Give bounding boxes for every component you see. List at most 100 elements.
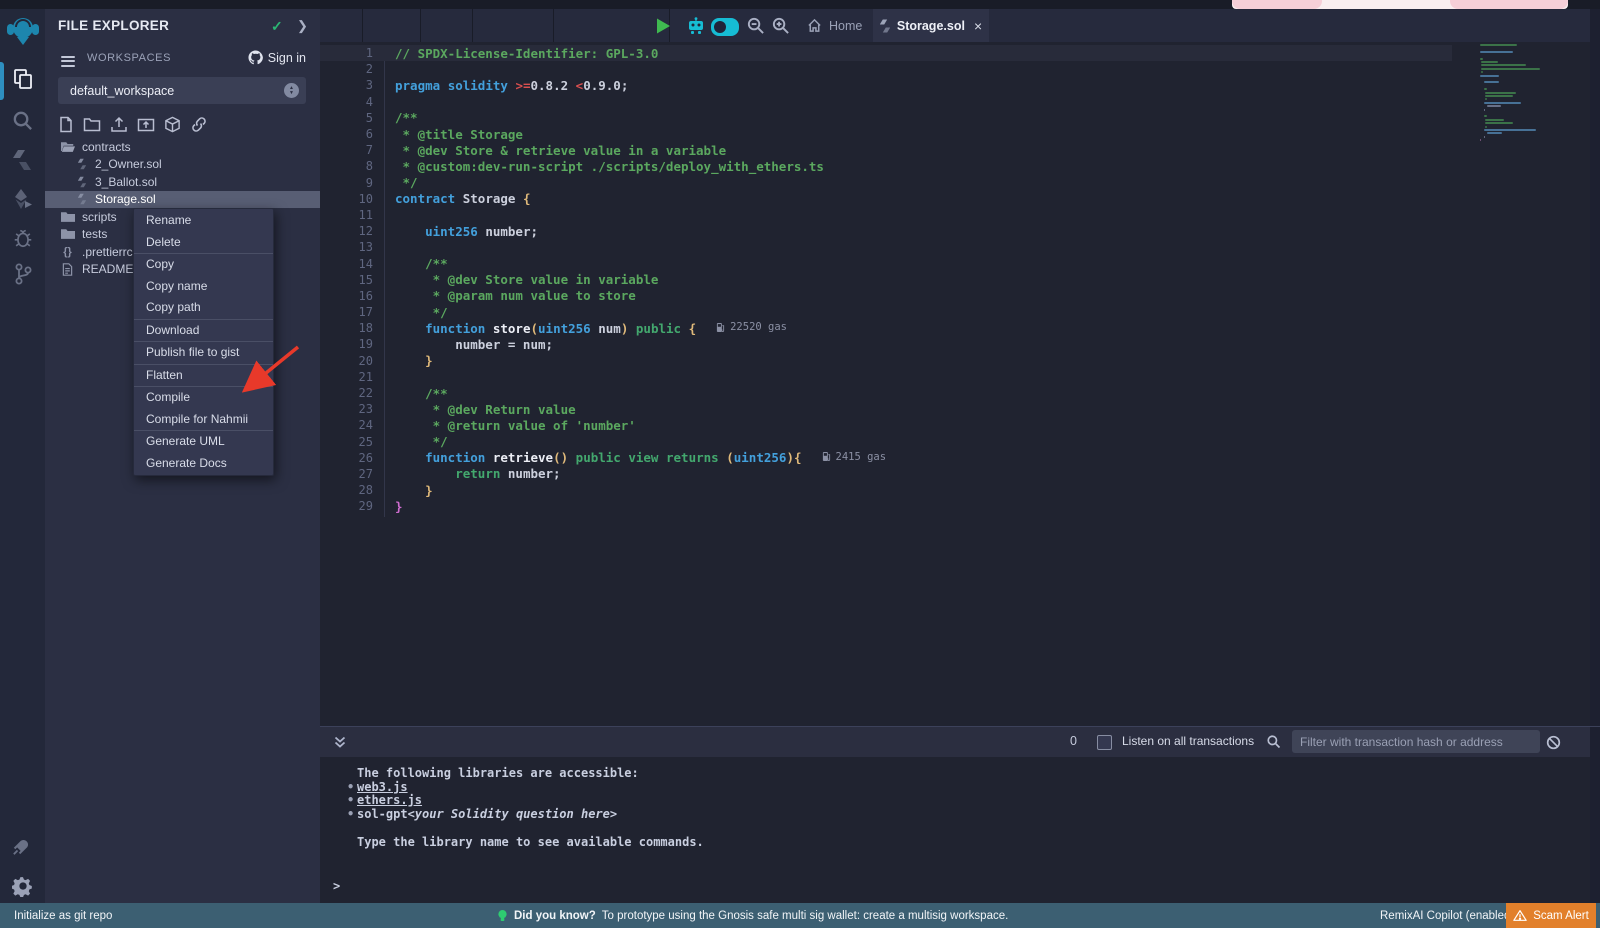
gas-estimate-badge: 2415 gas — [822, 451, 887, 463]
library-ethers-js[interactable]: ethers.js — [357, 793, 422, 807]
code-line-10[interactable]: 10contract Storage { — [320, 191, 1452, 207]
code-line-8[interactable]: 8 * @custom:dev-run-script ./scripts/dep… — [320, 158, 1452, 174]
right-edge-strip — [1590, 9, 1600, 903]
zoom-in-icon[interactable] — [771, 16, 790, 35]
solidity-compiler-icon[interactable] — [0, 148, 45, 172]
search-icon[interactable] — [0, 109, 45, 132]
menu-item-rename[interactable]: Rename — [134, 210, 273, 232]
editor-toolbar: Home Storage.sol × — [320, 9, 1600, 42]
terminal-prompt[interactable]: > — [333, 879, 340, 893]
menu-item-delete[interactable]: Delete — [134, 232, 273, 254]
copilot-status[interactable]: RemixAI Copilot (enabled) — [1380, 910, 1514, 922]
code-line-6[interactable]: 6 * @title Storage — [320, 126, 1452, 142]
code-line-9[interactable]: 9 */ — [320, 175, 1452, 191]
init-git-repo-button[interactable]: Initialize as git repo — [14, 910, 112, 922]
upload-file-icon[interactable] — [110, 116, 128, 133]
hamburger-menu-icon[interactable] — [61, 53, 75, 69]
menu-item-generate-uml[interactable]: Generate UML — [134, 431, 273, 453]
upload-folder-icon[interactable] — [137, 116, 155, 133]
menu-item-copy[interactable]: Copy — [134, 254, 273, 276]
artifact-blob — [1450, 0, 1568, 9]
code-line-7[interactable]: 7 * @dev Store & retrieve value in a var… — [320, 142, 1452, 158]
cube-icon[interactable] — [164, 116, 181, 133]
code-line-17[interactable]: 17 */ — [320, 304, 1452, 320]
line-number: 12 — [320, 224, 373, 238]
code-line-28[interactable]: 28 } — [320, 482, 1452, 498]
code-line-5[interactable]: 5/** — [320, 110, 1452, 126]
create-folder-icon[interactable] — [83, 116, 101, 133]
menu-item-compile-for-nahmii[interactable]: Compile for Nahmii — [134, 409, 273, 431]
code-lines: 1// SPDX-License-Identifier: GPL-3.023pr… — [320, 45, 1452, 514]
listen-transactions-checkbox[interactable] — [1097, 735, 1112, 750]
code-editor[interactable]: 1// SPDX-License-Identifier: GPL-3.023pr… — [320, 42, 1600, 726]
remix-logo-icon[interactable] — [0, 14, 45, 48]
menu-item-copy-path[interactable]: Copy path — [134, 297, 273, 319]
code-line-12[interactable]: 12 uint256 number; — [320, 223, 1452, 239]
solidity-icon — [74, 193, 89, 205]
tab-storage-sol[interactable]: Storage.sol × — [873, 9, 989, 42]
code-line-25[interactable]: 25 */ — [320, 434, 1452, 450]
settings-gear-icon[interactable] — [0, 875, 45, 897]
tab-close-icon[interactable]: × — [974, 18, 982, 34]
code-line-26[interactable]: 26 function retrieve() public view retur… — [320, 450, 1452, 466]
collapse-terminal-icon[interactable] — [333, 735, 347, 749]
folder-icon — [60, 211, 75, 223]
deploy-run-icon[interactable] — [0, 187, 45, 211]
code-line-13[interactable]: 13 — [320, 239, 1452, 255]
workspace-select[interactable]: default_workspace ▲▼ — [58, 77, 306, 104]
code-line-14[interactable]: 14 /** — [320, 255, 1452, 271]
code-line-29[interactable]: 29} — [320, 498, 1452, 514]
menu-item-generate-docs[interactable]: Generate Docs — [134, 453, 273, 475]
workspace-switch-icon[interactable]: ▲▼ — [284, 83, 299, 98]
terminal-output[interactable]: The following libraries are accessible: … — [320, 757, 1590, 903]
git-icon[interactable] — [0, 262, 45, 286]
minimap-line — [1484, 88, 1487, 90]
tab-home[interactable]: Home — [807, 9, 862, 42]
code-line-21[interactable]: 21 — [320, 369, 1452, 385]
file-explorer-icon[interactable] — [0, 67, 45, 91]
tab-home-label: Home — [829, 19, 862, 33]
plugin-manager-icon[interactable] — [0, 834, 45, 856]
run-script-button[interactable] — [654, 17, 672, 35]
code-line-1[interactable]: 1// SPDX-License-Identifier: GPL-3.0 — [320, 45, 1452, 61]
remixai-robot-icon[interactable] — [686, 16, 706, 36]
code-line-27[interactable]: 27 return number; — [320, 466, 1452, 482]
line-number: 27 — [320, 467, 373, 481]
transaction-filter-input[interactable] — [1292, 730, 1540, 753]
line-content: return number; — [395, 466, 561, 481]
code-line-15[interactable]: 15 * @dev Store value in variable — [320, 272, 1452, 288]
create-file-icon[interactable] — [58, 116, 74, 133]
code-line-24[interactable]: 24 * @return value of 'number' — [320, 417, 1452, 433]
code-line-22[interactable]: 22 /** — [320, 385, 1452, 401]
link-icon[interactable] — [190, 116, 208, 133]
line-number: 5 — [320, 111, 373, 125]
tree-item-3-ballot-sol[interactable]: 3_Ballot.sol — [45, 173, 320, 191]
line-number: 11 — [320, 208, 373, 222]
code-line-11[interactable]: 11 — [320, 207, 1452, 223]
menu-item-copy-name[interactable]: Copy name — [134, 276, 273, 298]
tree-item-contracts[interactable]: contracts — [45, 138, 320, 156]
sign-in-button[interactable]: Sign in — [248, 50, 306, 65]
library-web3-js[interactable]: web3.js — [357, 780, 408, 794]
chevron-right-icon[interactable]: ❯ — [297, 18, 308, 34]
copilot-toggle[interactable] — [711, 18, 739, 36]
tree-item-2-owner-sol[interactable]: 2_Owner.sol — [45, 156, 320, 174]
clear-console-icon[interactable] — [1546, 735, 1561, 750]
minimap[interactable] — [1452, 44, 1562, 174]
solidity-icon — [74, 158, 89, 170]
scam-alert-button[interactable]: Scam Alert — [1506, 903, 1596, 928]
code-line-4[interactable]: 4 — [320, 94, 1452, 110]
code-line-19[interactable]: 19 number = num; — [320, 336, 1452, 352]
line-content: */ — [395, 175, 418, 190]
code-line-23[interactable]: 23 * @dev Return value — [320, 401, 1452, 417]
code-line-3[interactable]: 3pragma solidity >=0.8.2 <0.9.0; — [320, 77, 1452, 93]
debugger-icon[interactable] — [0, 227, 45, 249]
line-content: // SPDX-License-Identifier: GPL-3.0 — [395, 46, 658, 61]
code-line-18[interactable]: 18 function store(uint256 num) public {2… — [320, 320, 1452, 336]
code-line-16[interactable]: 16 * @param num value to store — [320, 288, 1452, 304]
check-icon: ✓ — [271, 18, 283, 35]
zoom-out-icon[interactable] — [746, 16, 765, 35]
tree-item-storage-sol[interactable]: Storage.sol — [45, 191, 320, 209]
code-line-2[interactable]: 2 — [320, 61, 1452, 77]
code-line-20[interactable]: 20 } — [320, 353, 1452, 369]
